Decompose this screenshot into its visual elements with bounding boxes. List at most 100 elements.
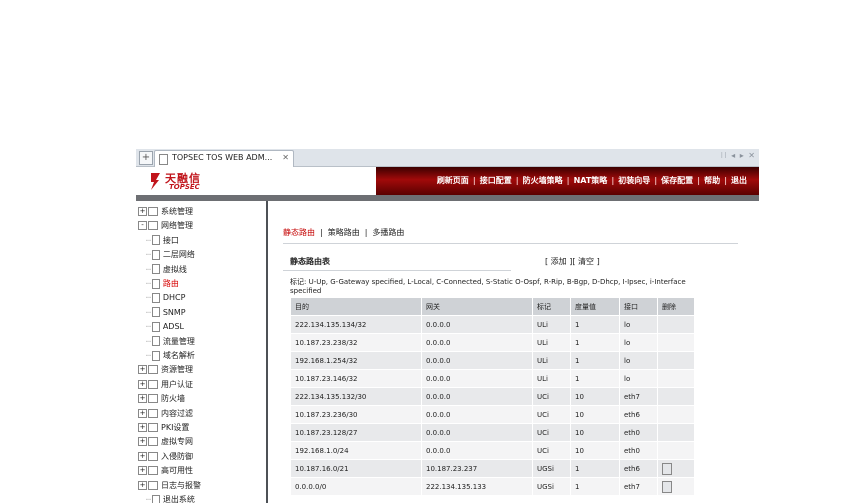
page-icon <box>151 307 160 318</box>
tree-branch: ┈ <box>146 279 151 288</box>
nav-link[interactable]: 刷新页面 <box>437 176 469 185</box>
subtab[interactable]: 多播路由 <box>372 228 404 237</box>
sidebar-item[interactable]: - 网络管理 <box>138 219 193 232</box>
column-header: 度量值 <box>570 297 620 316</box>
expand-icon[interactable]: + <box>138 394 147 404</box>
folder-icon <box>148 408 158 418</box>
sidebar-item-label: 日志与报警 <box>161 480 201 490</box>
table-cell-metric: 1 <box>570 459 620 478</box>
folder-icon <box>148 437 158 447</box>
table-cell-metric: 1 <box>570 477 620 496</box>
expand-icon[interactable]: + <box>138 437 147 447</box>
sidebar-item[interactable]: ┈ 虚拟线 <box>146 263 187 276</box>
nav-link[interactable]: 退出 <box>731 176 747 185</box>
logo: 天融信 TOPSEC <box>136 167 376 195</box>
sidebar-item[interactable]: ┈ ADSL <box>146 320 184 333</box>
column-header: 网关 <box>421 297 533 316</box>
expand-icon[interactable]: + <box>138 379 147 389</box>
sidebar-item[interactable]: ┈ 接口 <box>146 234 179 247</box>
nav-separator: | <box>724 176 727 185</box>
sidebar-item[interactable]: + 虚拟专网 <box>138 435 193 448</box>
sidebar-item[interactable]: ┈ 二层网络 <box>146 248 195 261</box>
tree-branch: ┈ <box>146 322 151 332</box>
table-cell-gateway: 0.0.0.0 <box>421 423 533 442</box>
sidebar-item[interactable]: ┈ DHCP <box>146 291 185 304</box>
sidebar-item[interactable]: + 入侵防御 <box>138 450 193 463</box>
table-cell-flag: ULi <box>532 315 571 334</box>
tree-branch: ┈ <box>146 495 151 503</box>
expand-icon[interactable]: + <box>138 480 147 490</box>
nav-link[interactable]: 保存配置 <box>661 176 693 185</box>
table-cell-flag: UCi <box>532 387 571 406</box>
sidebar-item[interactable]: + 防火墙 <box>138 392 185 405</box>
nav-link[interactable]: 初装向导 <box>618 176 650 185</box>
tree-branch: ┈ <box>146 250 151 260</box>
sidebar-item[interactable]: + 高可用性 <box>138 464 193 477</box>
nav-link[interactable]: 接口配置 <box>480 176 512 185</box>
table-cell-delete <box>657 477 695 496</box>
subtab[interactable]: 静态路由 <box>283 228 315 237</box>
sidebar-item[interactable]: ┈ 流量管理 <box>146 335 195 348</box>
sidebar-item[interactable]: + 系统管理 <box>138 205 193 218</box>
page-icon <box>151 336 160 347</box>
expand-icon[interactable]: + <box>138 423 147 432</box>
add-button[interactable]: 添加 <box>551 257 567 266</box>
page-icon <box>151 321 160 332</box>
tab-controls[interactable]: ⁝⁝ ◂ ▸ ✕ <box>721 151 756 160</box>
table-cell-dest: 10.187.23.146/32 <box>290 369 422 388</box>
table-cell-iface: eth6 <box>619 459 658 478</box>
table-cell-delete <box>657 369 695 388</box>
table-row: 0.0.0.0/0 222.134.135.133 UGSi 1 eth7 <box>290 477 695 496</box>
nav-link[interactable]: 帮助 <box>704 176 720 185</box>
folder-icon <box>148 451 158 461</box>
table-cell-metric: 10 <box>570 423 620 442</box>
table-row: 10.187.23.238/32 0.0.0.0 ULi 1 lo <box>290 333 695 352</box>
page-icon <box>151 235 160 246</box>
expand-icon[interactable]: + <box>138 466 147 476</box>
sidebar-item-label: 系统管理 <box>161 207 193 216</box>
sidebar-item[interactable]: + PKI设置 <box>138 421 189 434</box>
nav-link[interactable]: 防火墙策略 <box>523 176 563 185</box>
table-row: 222.134.135.134/32 0.0.0.0 ULi 1 lo <box>290 315 695 334</box>
delete-icon[interactable] <box>662 462 672 475</box>
sidebar-item[interactable]: + 资源管理 <box>138 363 193 376</box>
table-cell-flag: UCi <box>532 441 571 460</box>
table-cell-delete <box>657 423 695 442</box>
folder-icon <box>148 466 158 476</box>
sidebar-item[interactable]: + 日志与报警 <box>138 479 201 492</box>
expand-icon[interactable]: + <box>138 365 147 375</box>
sidebar-item-label: ADSL <box>162 322 184 332</box>
table-cell-flag: ULi <box>532 369 571 388</box>
expand-icon[interactable]: + <box>138 451 147 461</box>
sidebar-item[interactable]: ┈ SNMP <box>146 306 186 319</box>
sidebar-item[interactable]: ┈ 路由 <box>146 277 179 290</box>
sidebar-item-label: 退出系统 <box>162 495 195 503</box>
sidebar-item-label: 虚拟专网 <box>161 437 193 447</box>
folder-icon <box>148 379 158 389</box>
sidebar-item-label: 网络管理 <box>161 221 193 231</box>
expand-icon[interactable]: + <box>138 207 147 216</box>
expand-icon[interactable]: + <box>138 408 147 418</box>
subtab[interactable]: 策略路由 <box>328 228 360 237</box>
table-cell-flag: UCi <box>532 405 571 424</box>
table-cell-delete <box>657 459 695 478</box>
nav-link[interactable]: NAT策略 <box>574 176 608 185</box>
divider <box>283 243 738 244</box>
sidebar-item[interactable]: ┈ 退出系统 <box>146 493 195 503</box>
sidebar-tree: + 系统管理 - 网络管理 ┈ 接口 ┈ 二层网络 ┈ 虚拟线 ┈ 路由 ┈ DHCP ┈ SNMP ┈ ADSL… <box>136 201 266 503</box>
collapse-icon[interactable]: - <box>138 221 147 231</box>
table-cell-gateway: 0.0.0.0 <box>421 387 533 406</box>
plus-icon[interactable]: + <box>139 151 153 165</box>
table-cell-gateway: 0.0.0.0 <box>421 333 533 352</box>
sidebar-item[interactable]: + 用户认证 <box>138 378 193 391</box>
close-icon[interactable]: ✕ <box>282 153 289 162</box>
nav-separator: | <box>515 176 519 185</box>
sidebar-item[interactable]: ┈ 域名解析 <box>146 349 195 362</box>
table-actions: [ 添加 ][ 清空 ] <box>545 256 600 267</box>
header-banner: 天融信 TOPSEC 刷新页面 | 接口配置 | 防火墙策略 | NAT策略 | 初装向导 | 保存… <box>136 167 759 195</box>
clear-button[interactable]: 清空 <box>578 257 594 266</box>
browser-tab[interactable]: TOPSEC TOS WEB ADM... ✕ <box>154 150 294 167</box>
delete-icon[interactable] <box>662 480 672 493</box>
sidebar-item[interactable]: + 内容过滤 <box>138 407 193 420</box>
nav-separator: | <box>566 176 570 185</box>
